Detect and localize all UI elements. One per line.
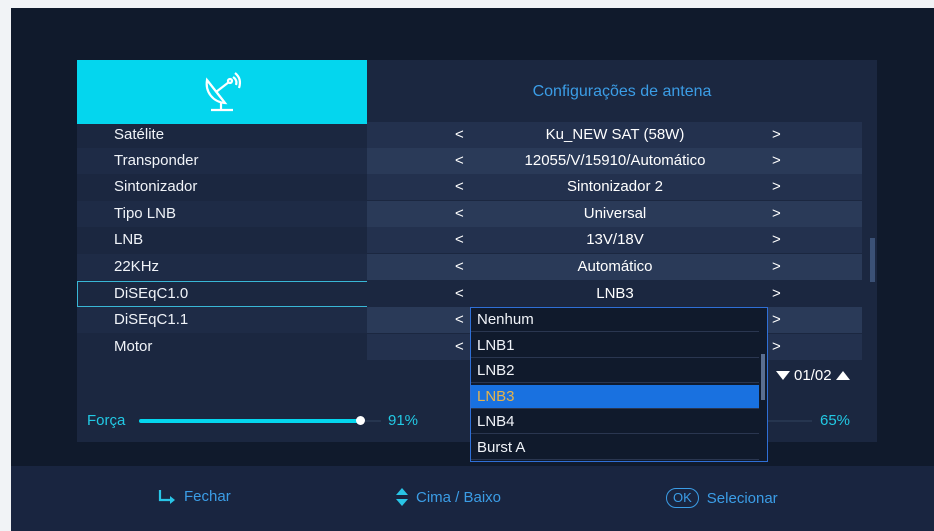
close-label: Fechar: [184, 488, 231, 505]
return-arrow-icon: [158, 489, 175, 504]
dropdown-scrollbar[interactable]: [761, 354, 765, 400]
arrow-right-icon[interactable]: >: [772, 334, 781, 360]
arrow-left-icon[interactable]: <: [455, 174, 464, 200]
footer-close[interactable]: Fechar: [158, 488, 231, 505]
setting-row[interactable]: LNB <13V/18V >: [77, 227, 862, 253]
quality-track: [768, 420, 812, 422]
arrow-left-icon[interactable]: <: [455, 307, 464, 333]
strength-label: Força: [87, 412, 126, 429]
setting-row[interactable]: Tipo LNB < Universal >: [77, 201, 862, 227]
strength-knob: [356, 416, 365, 425]
setting-label: Transponder: [114, 152, 199, 169]
setting-label: Motor: [114, 338, 153, 355]
dropdown-option[interactable]: LNB3: [471, 384, 759, 409]
setting-value: 12055/V/15910/Automático: [524, 152, 706, 169]
setting-label: Sintonizador: [114, 178, 198, 195]
dropdown-option[interactable]: LNB4: [471, 410, 759, 434]
setting-row[interactable]: 22KHz < Automático >: [77, 254, 862, 280]
setting-value: Ku_NEW SAT (58W): [545, 126, 685, 143]
setting-row[interactable]: DiSEqC1.0 < LNB3 >: [77, 281, 862, 307]
footer-select[interactable]: OK Selecionar: [666, 488, 778, 508]
setting-label: 22KHz: [114, 258, 160, 275]
strength-percent: 91%: [388, 412, 419, 429]
ok-key-icon: OK: [666, 488, 699, 508]
arrow-left-icon[interactable]: <: [455, 281, 464, 307]
setting-label: Satélite: [114, 126, 165, 143]
page-up-icon[interactable]: [835, 371, 850, 380]
setting-value: Automático: [577, 258, 653, 275]
arrow-right-icon[interactable]: >: [772, 174, 781, 200]
page-indicator: 01/02: [776, 367, 850, 384]
arrow-left-icon[interactable]: <: [455, 227, 464, 253]
page-down-icon[interactable]: [776, 371, 790, 380]
dropdown-option[interactable]: Nenhum: [471, 308, 759, 332]
setting-value: LNB3: [596, 285, 634, 302]
satellite-dish-icon: [205, 72, 242, 112]
page-title: Configurações de antena: [532, 83, 712, 100]
strength-track: [365, 420, 381, 422]
dropdown-option[interactable]: Burst A: [471, 436, 759, 460]
strength-bar: [139, 419, 361, 423]
arrow-right-icon[interactable]: >: [772, 201, 781, 227]
arrow-right-icon[interactable]: >: [772, 281, 781, 307]
setting-value: Sintonizador 2: [567, 178, 663, 195]
setting-value: 13V/18V: [586, 231, 644, 248]
setting-label: Tipo LNB: [114, 205, 176, 222]
updown-label: Cima / Baixo: [416, 488, 502, 506]
arrow-right-icon[interactable]: >: [772, 122, 781, 148]
diseqc-dropdown[interactable]: Nenhum LNB1 LNB2 LNB3 LNB4 Burst A: [470, 307, 768, 462]
arrow-right-icon[interactable]: >: [772, 307, 781, 333]
setting-row[interactable]: Sintonizador < Sintonizador 2 >: [77, 174, 862, 200]
setting-label: DiSEqC1.0: [114, 285, 189, 302]
arrow-right-icon[interactable]: >: [772, 148, 781, 174]
footer-updown: Cima / Baixo: [396, 488, 501, 506]
quality-percent: 65%: [820, 412, 851, 429]
arrow-left-icon[interactable]: <: [455, 334, 464, 360]
up-down-arrows-icon: [396, 488, 408, 506]
setting-row[interactable]: Satélite < Ku_NEW SAT (58W) >: [77, 122, 862, 148]
arrow-left-icon[interactable]: <: [455, 122, 464, 148]
setting-label: DiSEqC1.1: [114, 311, 189, 328]
arrow-right-icon[interactable]: >: [772, 254, 781, 280]
page-number: 01/02: [794, 367, 832, 384]
setting-value: Universal: [583, 205, 647, 222]
arrow-left-icon[interactable]: <: [455, 148, 464, 174]
arrow-right-icon[interactable]: >: [772, 227, 781, 253]
setting-row[interactable]: Transponder <12055/V/15910/Automático >: [77, 148, 862, 174]
select-label: Selecionar: [706, 489, 778, 507]
list-scrollbar[interactable]: [870, 238, 875, 282]
dropdown-option[interactable]: LNB1: [471, 334, 759, 358]
dropdown-option[interactable]: LNB2: [471, 359, 759, 383]
header-icon-box: [77, 60, 367, 124]
arrow-left-icon[interactable]: <: [455, 254, 464, 280]
setting-label: LNB: [114, 231, 144, 248]
arrow-left-icon[interactable]: <: [455, 201, 464, 227]
